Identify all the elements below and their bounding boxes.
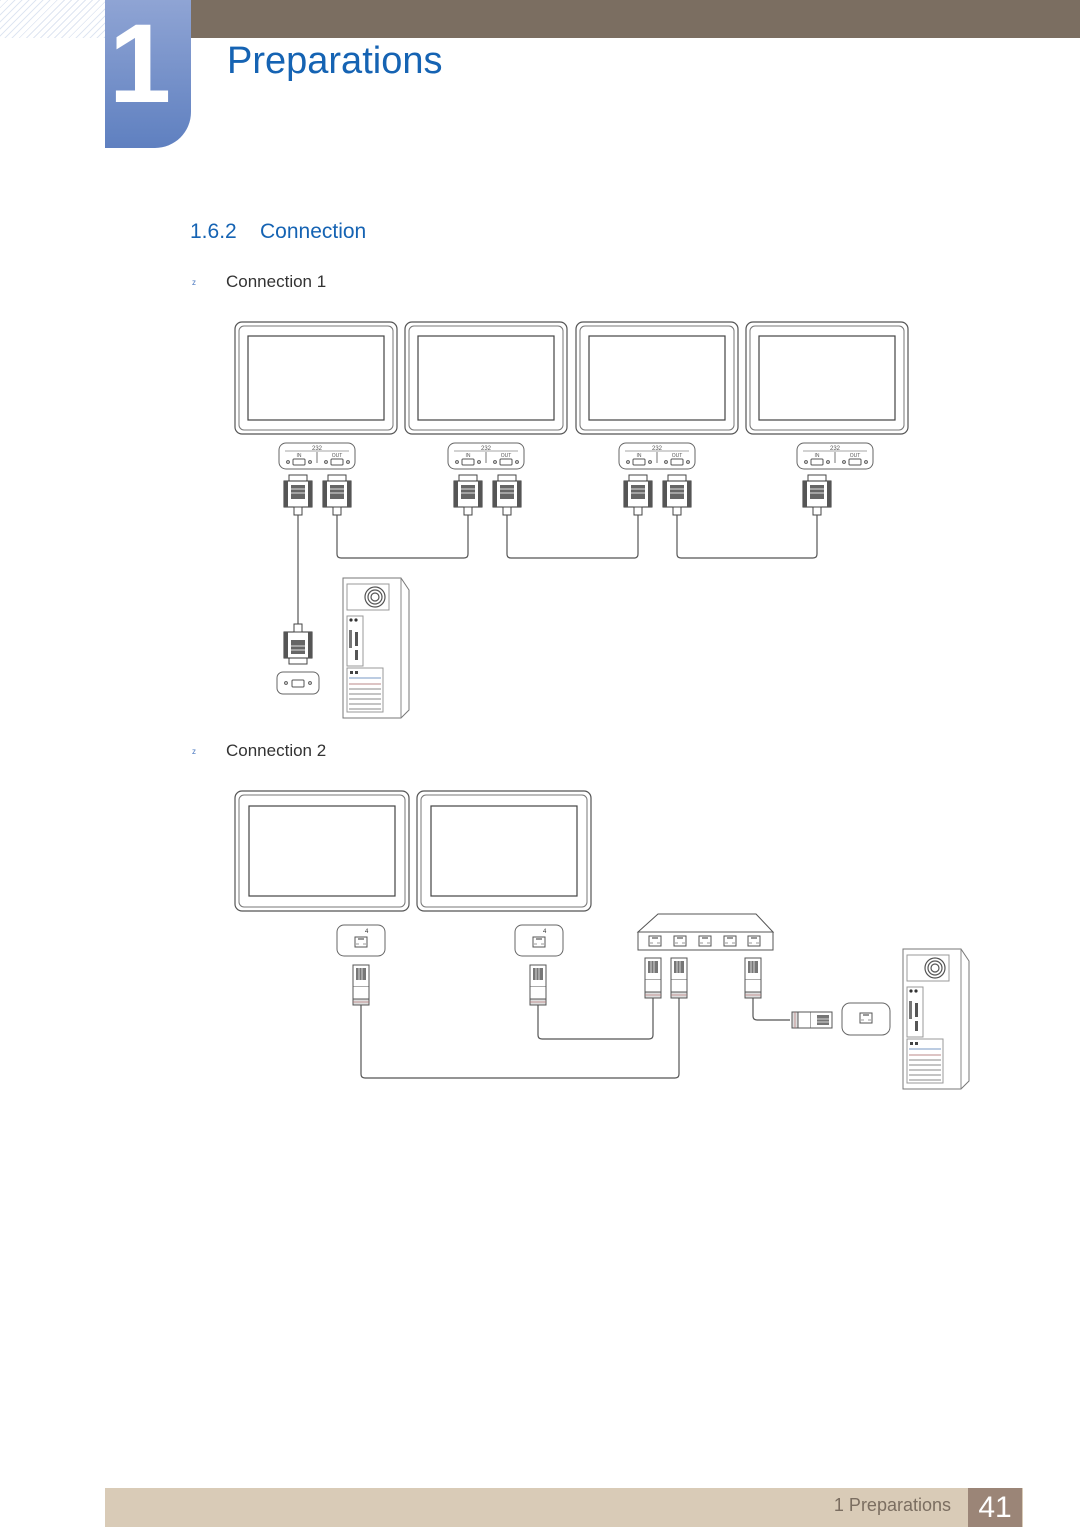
monitor-4 bbox=[745, 321, 909, 435]
rs232-connector-icon bbox=[283, 474, 313, 516]
pc-icon bbox=[342, 577, 410, 719]
rs232-connector-icon bbox=[492, 474, 522, 516]
connection-2-diagram: 4 4 bbox=[234, 790, 970, 1090]
footer-section-label: 1 Preparations bbox=[833, 1495, 951, 1515]
network-hub bbox=[636, 913, 775, 951]
lan-plug-icon bbox=[644, 957, 662, 999]
pc-lan-port bbox=[841, 1002, 891, 1036]
rs232-port-panel bbox=[796, 442, 874, 470]
monitor-1 bbox=[234, 790, 410, 912]
rs232-port-panel bbox=[447, 442, 525, 470]
lan-plug-icon bbox=[791, 1011, 833, 1029]
monitor-3 bbox=[575, 321, 739, 435]
rs232-connector-icon bbox=[802, 474, 832, 516]
monitor-2 bbox=[416, 790, 592, 912]
rj45-port-panel: 4 bbox=[336, 924, 386, 957]
pc-serial-port bbox=[276, 671, 320, 695]
page-number: 41 bbox=[968, 1488, 1022, 1527]
rs232-connector-icon bbox=[623, 474, 653, 516]
monitor-2 bbox=[404, 321, 568, 435]
lan-cables bbox=[360, 998, 790, 1079]
pc-icon bbox=[902, 948, 970, 1090]
lan-plug-icon bbox=[529, 964, 547, 1006]
lan-plug-icon bbox=[670, 957, 688, 999]
rs232-port-panel bbox=[618, 442, 696, 470]
rs232-connector-icon bbox=[662, 474, 692, 516]
connection-1-diagram bbox=[234, 321, 909, 719]
connection-diagrams: 232 IN OUT 4 4 bbox=[234, 321, 970, 1090]
rs232-connector-icon bbox=[283, 623, 313, 665]
rj45-port-panel: 4 bbox=[514, 924, 564, 957]
monitor-1 bbox=[234, 321, 398, 435]
rs232-connector-icon bbox=[453, 474, 483, 516]
lan-plug-icon bbox=[352, 964, 370, 1006]
lan-plug-icon bbox=[744, 957, 762, 999]
rs232-port-panel bbox=[278, 442, 356, 470]
footer-bar: 1 Preparations bbox=[105, 1488, 1023, 1527]
rs232-connector-icon bbox=[322, 474, 352, 516]
